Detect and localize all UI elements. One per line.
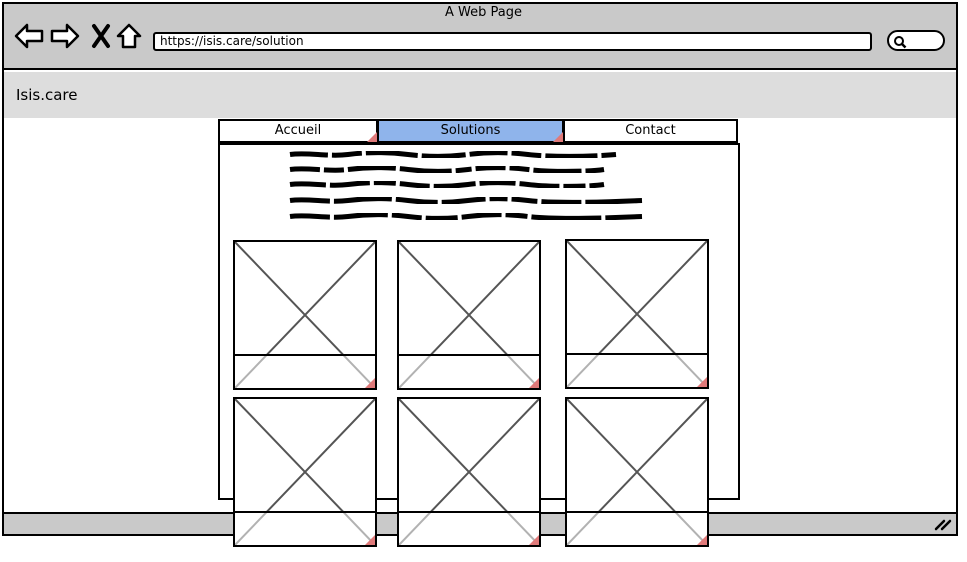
solution-card[interactable] xyxy=(233,240,377,390)
link-corner-icon xyxy=(529,378,539,388)
card-caption xyxy=(235,354,375,388)
card-caption xyxy=(399,354,539,388)
solution-card[interactable] xyxy=(233,397,377,547)
tab-contact[interactable]: Contact xyxy=(563,119,738,143)
placeholder-text-line xyxy=(289,166,605,173)
site-header xyxy=(4,72,956,118)
placeholder-text-line xyxy=(289,181,605,188)
link-corner-icon xyxy=(365,378,375,388)
link-corner-icon xyxy=(553,132,563,142)
placeholder-text-line xyxy=(289,213,643,220)
link-corner-icon xyxy=(529,535,539,545)
back-arrow-icon[interactable] xyxy=(14,22,44,50)
search-icon xyxy=(894,36,907,49)
forward-arrow-icon[interactable] xyxy=(50,22,80,50)
solution-card[interactable] xyxy=(397,397,541,547)
solution-card[interactable] xyxy=(565,239,709,389)
tab-label: Contact xyxy=(625,123,676,138)
solution-card[interactable] xyxy=(397,240,541,390)
placeholder-text-line xyxy=(289,151,617,158)
tab-label: Solutions xyxy=(440,123,501,138)
link-corner-icon xyxy=(697,377,707,387)
site-brand[interactable]: Isis.care xyxy=(16,86,78,104)
card-caption xyxy=(567,511,707,545)
window-title: A Web Page xyxy=(445,5,522,20)
search-field[interactable] xyxy=(887,30,945,51)
link-corner-icon xyxy=(697,535,707,545)
link-corner-icon xyxy=(365,535,375,545)
tab-solutions[interactable]: Solutions xyxy=(377,119,564,143)
card-caption xyxy=(235,511,375,545)
placeholder-text-line xyxy=(289,197,643,204)
card-caption xyxy=(399,511,539,545)
link-corner-icon xyxy=(367,132,377,142)
card-caption xyxy=(567,353,707,387)
home-icon[interactable] xyxy=(114,22,144,50)
tab-accueil[interactable]: Accueil xyxy=(218,119,378,143)
solution-card[interactable] xyxy=(565,397,709,547)
resize-grip-icon[interactable] xyxy=(934,517,952,531)
url-input[interactable]: https://isis.care/solution xyxy=(153,32,872,51)
tab-label: Accueil xyxy=(274,123,322,138)
